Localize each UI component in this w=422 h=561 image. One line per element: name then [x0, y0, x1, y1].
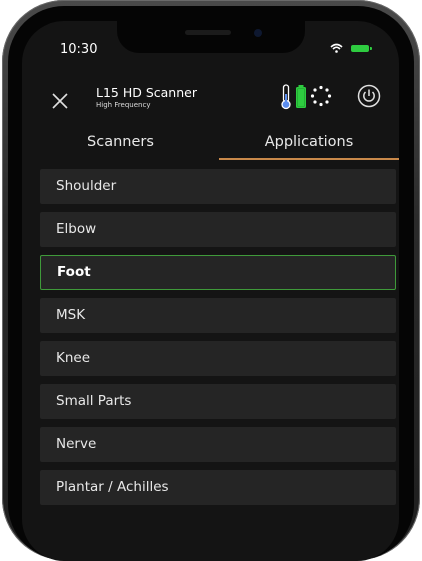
tab-bar: Scanners Applications — [22, 127, 399, 161]
battery-charge-icon — [295, 85, 307, 113]
loading-spinner-icon — [310, 85, 332, 111]
list-item-plantar-achilles[interactable]: Plantar / Achilles — [40, 470, 396, 505]
tab-applications[interactable]: Applications — [219, 127, 399, 160]
notch — [117, 21, 305, 53]
speaker-grille — [185, 30, 231, 35]
front-camera-icon — [254, 29, 262, 37]
battery-icon — [351, 44, 372, 52]
power-icon[interactable] — [357, 84, 381, 112]
application-list: Shoulder Elbow Foot MSK Knee Small Parts… — [40, 169, 396, 513]
close-icon[interactable] — [49, 90, 71, 112]
list-item-elbow[interactable]: Elbow — [40, 212, 396, 247]
status-icons — [330, 43, 372, 53]
scanner-subtitle: High Frequency — [96, 101, 151, 109]
status-time: 10:30 — [60, 42, 98, 57]
list-item-knee[interactable]: Knee — [40, 341, 396, 376]
list-item-nerve[interactable]: Nerve — [40, 427, 396, 462]
scanner-name: L15 HD Scanner — [96, 85, 197, 100]
app-screen: 10:30 L15 HD Scanner High Frequency Scan… — [22, 21, 399, 561]
list-item-shoulder[interactable]: Shoulder — [40, 169, 396, 204]
thermometer-icon — [280, 84, 292, 114]
tab-scanners[interactable]: Scanners — [22, 127, 219, 159]
list-item-msk[interactable]: MSK — [40, 298, 396, 333]
list-item-small-parts[interactable]: Small Parts — [40, 384, 396, 419]
wifi-icon — [330, 43, 343, 53]
list-item-foot[interactable]: Foot — [40, 255, 396, 290]
